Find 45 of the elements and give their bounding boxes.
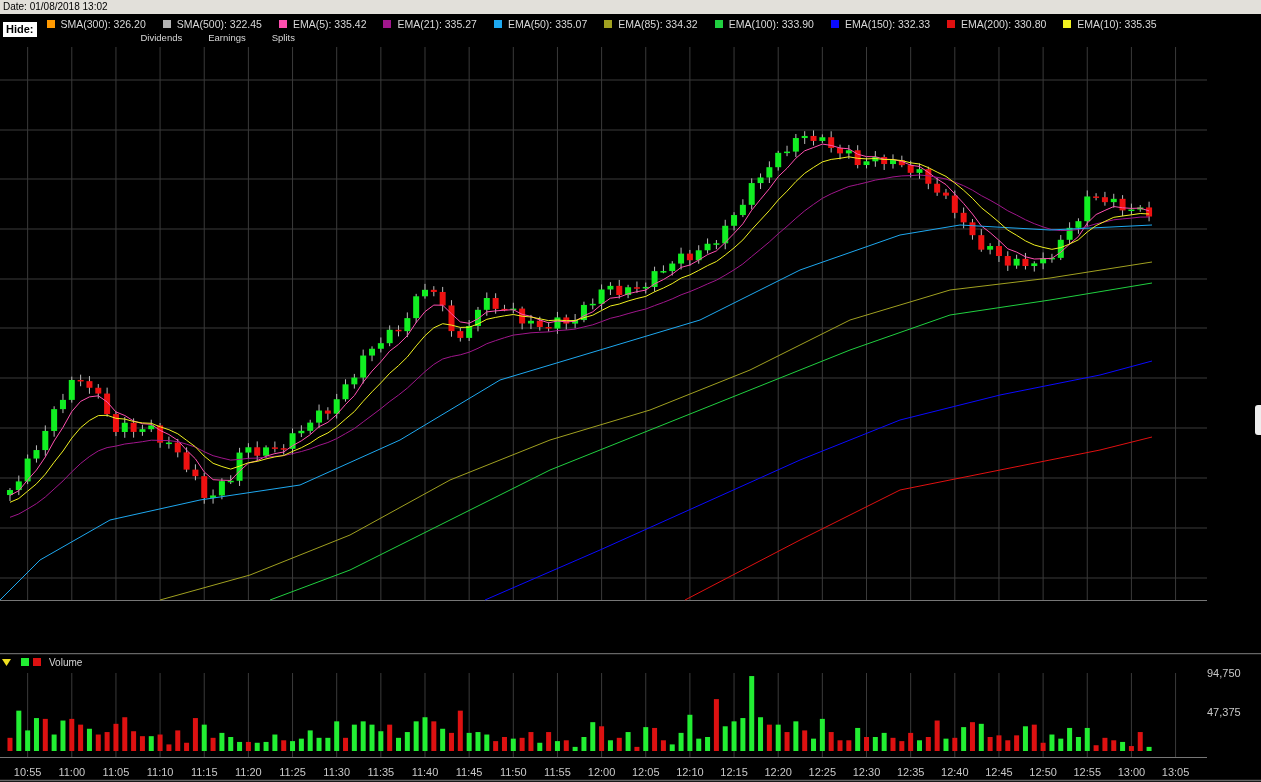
time-axis-label: 11:30	[323, 766, 351, 778]
time-axis-label: 12:30	[852, 766, 881, 778]
indicator-label: EMA(21): 335.27	[397, 17, 477, 30]
indicator-label: EMA(200): 330.80	[961, 17, 1047, 30]
time-axis-label: 12:45	[985, 766, 1013, 778]
volume-axis-label: 47,375	[1207, 706, 1241, 718]
volume-label: Volume	[49, 657, 83, 668]
time-axis-label: 12:10	[676, 766, 704, 778]
indicator-label: EMA(10): 335.35	[1077, 17, 1157, 30]
indicator-label: EMA(150): 332.33	[844, 17, 931, 30]
time-axis-label: 13:05	[1161, 766, 1190, 778]
time-axis-label: 11:25	[279, 766, 306, 778]
indicator-label: SMA(300): 326.20	[60, 17, 146, 30]
time-axis-label: 11:45	[455, 766, 483, 778]
time-axis-label: 13:00	[1117, 766, 1146, 778]
time-axis-label: 12:25	[808, 766, 837, 778]
date-label: Date: 01/08/2018 13:02	[3, 0, 108, 14]
time-axis-label: 12:50	[1029, 766, 1057, 778]
time-axis-label: 12:35	[896, 766, 925, 778]
time-axis-label: 12:40	[941, 766, 969, 778]
indicator-label: EMA(100): 333.90	[728, 17, 814, 30]
event-toggle-link[interactable]: Splits	[271, 32, 295, 43]
time-axis-label: 12:05	[632, 766, 660, 778]
time-axis-label: 11:35	[367, 766, 395, 778]
indicator-label: EMA(5): 335.42	[292, 17, 367, 30]
indicator-label: SMA(500): 322.45	[176, 17, 262, 30]
time-axis-label: 11:05	[102, 766, 130, 778]
event-toggle-link[interactable]: Earnings	[208, 32, 246, 43]
time-axis-label: 10:55	[13, 766, 42, 778]
time-axis-label: 11:15	[190, 766, 218, 778]
time-axis-label: 11:20	[235, 766, 262, 778]
time-axis-label: 12:00	[587, 766, 616, 778]
time-axis-label: 11:10	[146, 766, 174, 778]
time-axis-label: 12:15	[720, 766, 748, 778]
time-axis-label: 11:55	[544, 766, 571, 778]
hide-button[interactable]: Hide:	[3, 22, 37, 37]
indicator-label: EMA(85): 334.32	[618, 17, 698, 30]
volume-axis-label: 94,750	[1207, 666, 1241, 679]
time-axis-label: 12:20	[764, 766, 792, 778]
time-axis-label: 11:40	[411, 766, 439, 778]
indicator-label: EMA(50): 335.07	[507, 17, 588, 30]
event-toggle-link[interactable]: Dividends	[140, 32, 183, 43]
time-axis-label: 12:55	[1073, 766, 1102, 778]
time-axis-label: 11:00	[58, 766, 86, 778]
time-axis-label: 11:50	[499, 766, 527, 778]
